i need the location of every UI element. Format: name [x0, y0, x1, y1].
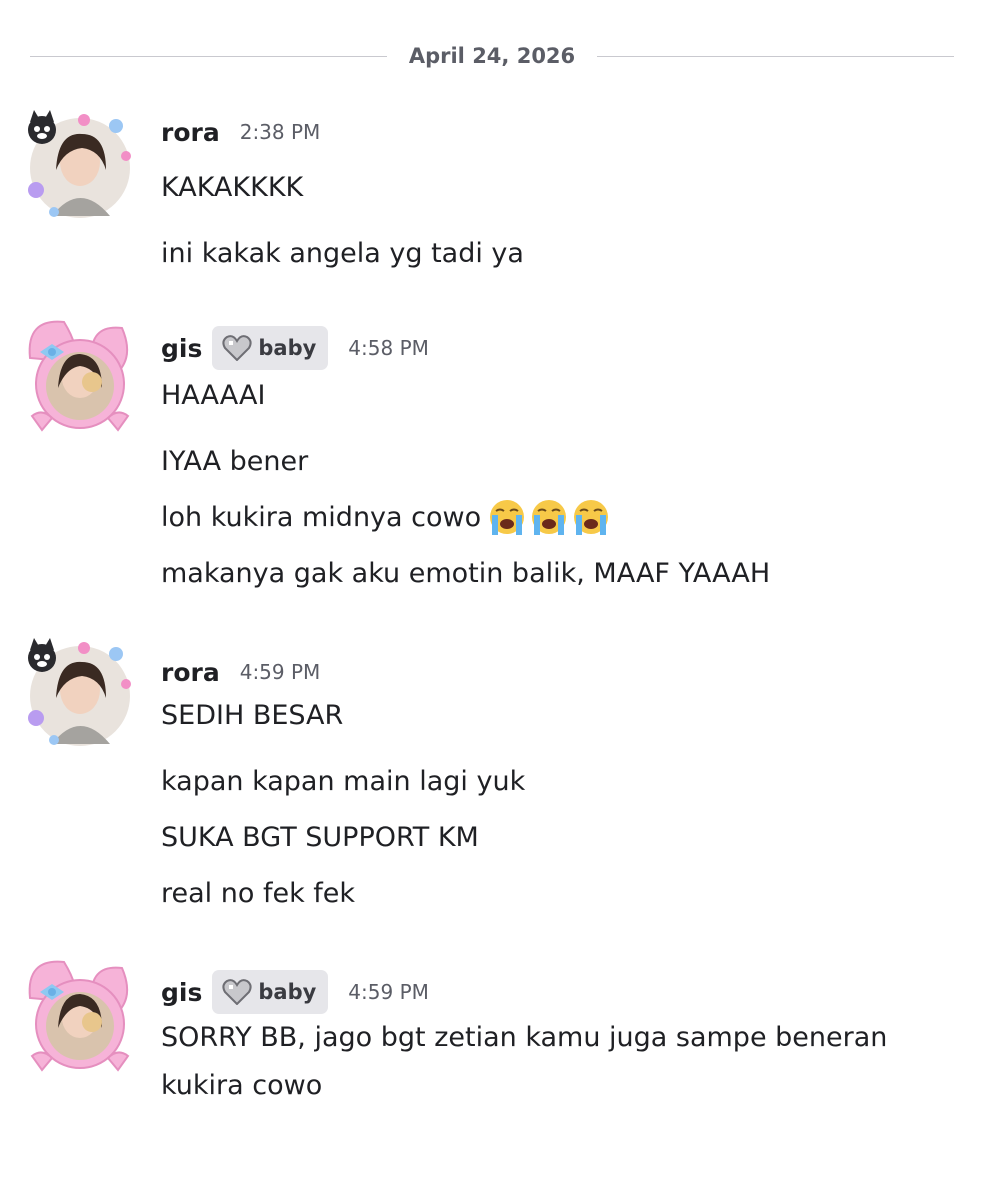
username[interactable]: rora [161, 658, 220, 687]
username[interactable]: rora [161, 118, 220, 147]
loudly-crying-face-icon [490, 499, 525, 535]
username[interactable]: gis [161, 978, 202, 1007]
avatar[interactable] [22, 958, 138, 1074]
avatar[interactable] [22, 318, 138, 434]
loudly-crying-face-icon [532, 499, 567, 535]
loudly-crying-face-icon [574, 499, 609, 535]
emoji-group [487, 497, 611, 537]
bunny-bow-avatar-icon [28, 960, 130, 1072]
message-line-with-emoji: loh kukira midnya cowo [161, 494, 611, 542]
timestamp: 4:58 PM [348, 336, 429, 360]
message-text: makanya gak aku emotin balik, MAAF YAAAH [161, 558, 771, 589]
timestamp: 2:38 PM [239, 120, 321, 144]
message-text: real no fek fek [161, 878, 356, 909]
message-header: gis baby 4:59 PM [161, 970, 429, 1014]
grey-heart-icon [222, 335, 252, 361]
grey-heart-icon [222, 979, 252, 1005]
date-divider: April 24, 2026 [30, 40, 954, 72]
cat-flower-avatar-icon [28, 110, 131, 218]
bunny-bow-avatar-icon [28, 320, 130, 432]
role-tag[interactable]: baby [212, 970, 329, 1014]
message-text: KAKAKKKK [161, 172, 304, 203]
username[interactable]: gis [161, 334, 202, 363]
message-text: HAAAAI [161, 380, 266, 411]
role-tag-label: baby [258, 336, 317, 360]
message-text: ini kakak angela yg tadi ya [161, 238, 524, 269]
message-header: rora 2:38 PM [161, 110, 320, 154]
cat-flower-avatar-icon [28, 638, 131, 746]
avatar[interactable] [22, 638, 138, 754]
role-tag-label: baby [258, 980, 317, 1004]
message-text: SEDIH BESAR [161, 700, 344, 731]
role-tag[interactable]: baby [212, 326, 329, 370]
message-header: gis baby 4:58 PM [161, 326, 429, 370]
divider-line-right [597, 55, 954, 57]
date-divider-label: April 24, 2026 [408, 44, 576, 68]
timestamp: 4:59 PM [239, 660, 321, 684]
message-text: SUKA BGT SUPPORT KM [161, 822, 479, 853]
avatar[interactable] [22, 110, 138, 226]
message-text: kapan kapan main lagi yuk [161, 766, 526, 797]
timestamp: 4:59 PM [348, 980, 429, 1004]
message-text: loh kukira midnya cowo [161, 502, 482, 533]
message-text: SORRY BB, jago bgt zetian kamu juga samp… [161, 1022, 888, 1101]
message-header: rora 4:59 PM [161, 650, 320, 694]
divider-line-left [30, 55, 387, 57]
message-text: IYAA bener [161, 446, 309, 477]
